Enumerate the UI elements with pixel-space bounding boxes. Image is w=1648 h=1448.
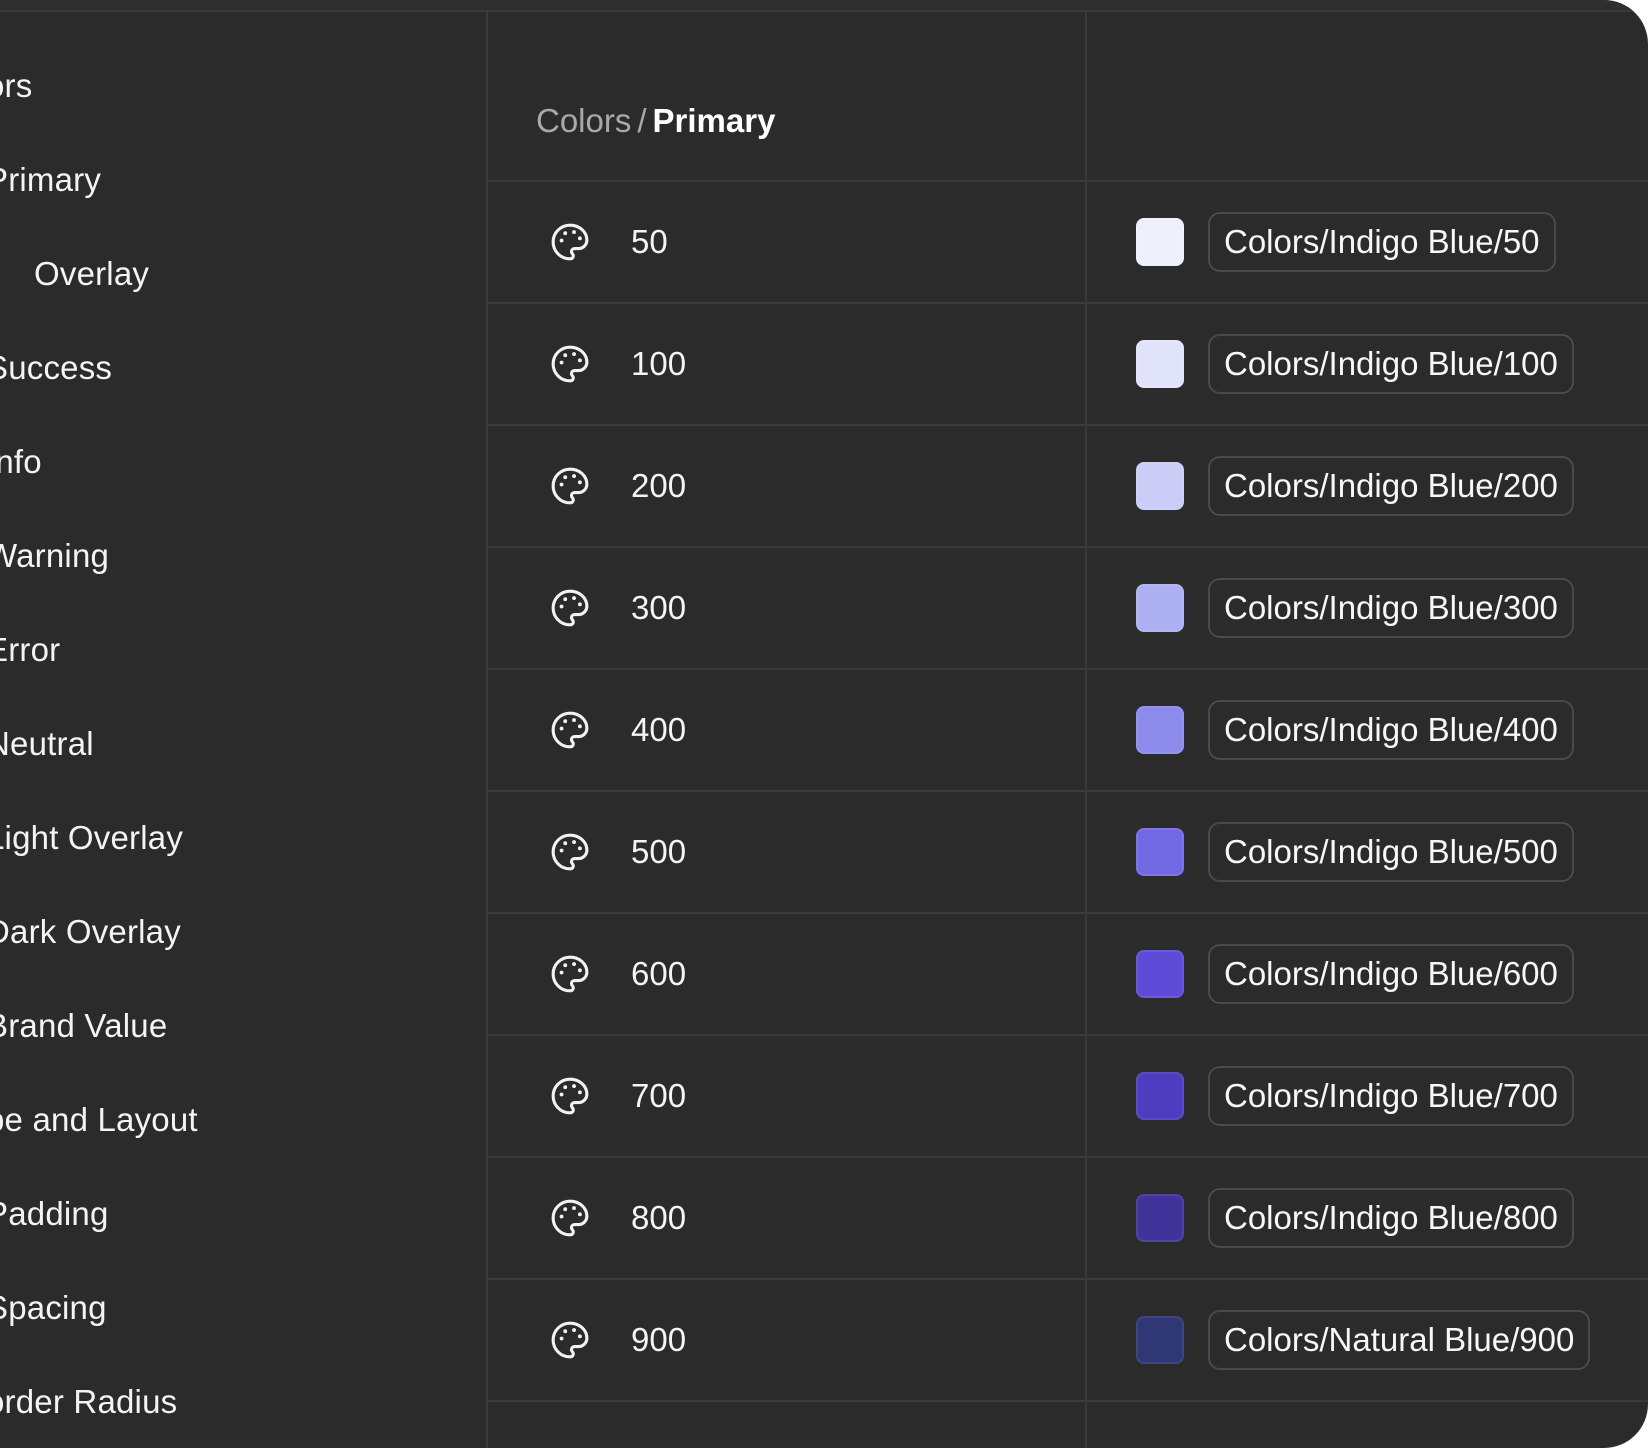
token-chip[interactable]: Colors/Indigo Blue/100	[1208, 334, 1574, 394]
table-row[interactable]: 50 Colors/Indigo Blue/50	[488, 182, 1648, 304]
sidebar-item-overlay[interactable]: Overlay	[34, 254, 149, 294]
color-swatch	[1136, 950, 1184, 998]
sidebar-item-info[interactable]: Info	[0, 442, 42, 482]
token-chip[interactable]: Colors/Indigo Blue/800	[1208, 1188, 1574, 1248]
color-swatch	[1136, 1194, 1184, 1242]
color-swatch	[1136, 584, 1184, 632]
token-chip[interactable]: Colors/Indigo Blue/600	[1208, 944, 1574, 1004]
color-swatch	[1136, 1072, 1184, 1120]
token-chip[interactable]: Colors/Indigo Blue/400	[1208, 700, 1574, 760]
token-value: 400	[631, 711, 687, 748]
token-chip[interactable]: Colors/Indigo Blue/500	[1208, 822, 1574, 882]
token-chip[interactable]: Colors/Indigo Blue/200	[1208, 456, 1574, 516]
table-row[interactable]: 400 Colors/Indigo Blue/400	[488, 670, 1648, 792]
top-strip	[0, 0, 1648, 12]
token-value: 700	[631, 1077, 687, 1114]
token-value: 50	[631, 223, 668, 260]
color-token-table: 50 Colors/Indigo Blue/50 100 Colors/Indigo …	[488, 182, 1648, 1402]
color-swatch	[1136, 828, 1184, 876]
color-swatch	[1136, 462, 1184, 510]
palette-icon	[548, 464, 592, 508]
breadcrumb-parent[interactable]: Colors	[536, 102, 631, 139]
token-value: 100	[631, 345, 687, 382]
sidebar-item-warning[interactable]: Warning	[0, 536, 109, 576]
sidebar-item-dark-overlay[interactable]: Dark Overlay	[0, 912, 181, 952]
breadcrumb-current: Primary	[652, 102, 776, 139]
sidebar-item-error[interactable]: Error	[0, 630, 60, 670]
token-value: 500	[631, 833, 687, 870]
table-row[interactable]: 800 Colors/Indigo Blue/800	[488, 1158, 1648, 1280]
color-swatch	[1136, 218, 1184, 266]
palette-icon	[548, 220, 592, 264]
sidebar-item-light-overlay[interactable]: Light Overlay	[0, 818, 183, 858]
main-panel: Colors / Primary 50 Colors/Indigo Blue/50 10…	[488, 12, 1648, 1448]
palette-icon	[548, 830, 592, 874]
sidebar-item-neutral[interactable]: Neutral	[0, 724, 94, 764]
token-chip[interactable]: Colors/Indigo Blue/300	[1208, 578, 1574, 638]
sidebar-item-success[interactable]: Success	[0, 348, 112, 388]
token-value: 900	[631, 1321, 687, 1358]
table-row[interactable]: 700 Colors/Indigo Blue/700	[488, 1036, 1648, 1158]
sidebar-item-primary[interactable]: Primary	[0, 160, 101, 200]
sidebar-item-spacing[interactable]: Spacing	[0, 1288, 107, 1328]
token-value: 300	[631, 589, 687, 626]
palette-icon	[548, 1074, 592, 1118]
token-value: 200	[631, 467, 687, 504]
palette-icon	[548, 708, 592, 752]
color-swatch	[1136, 1316, 1184, 1364]
palette-icon	[548, 586, 592, 630]
sidebar-item-brand-value[interactable]: Brand Value	[0, 1006, 167, 1046]
token-chip[interactable]: Colors/Indigo Blue/50	[1208, 212, 1556, 272]
sidebar-item-border-radius[interactable]: order Radius	[0, 1382, 177, 1422]
color-swatch	[1136, 706, 1184, 754]
token-value: 600	[631, 955, 687, 992]
table-row[interactable]: 100 Colors/Indigo Blue/100	[488, 304, 1648, 426]
sidebar-item-shape-and-layout[interactable]: pe and Layout	[0, 1100, 198, 1140]
palette-icon	[548, 1196, 592, 1240]
table-row[interactable]: 300 Colors/Indigo Blue/300	[488, 548, 1648, 670]
table-row[interactable]: 500 Colors/Indigo Blue/500	[488, 792, 1648, 914]
sidebar-item-colors[interactable]: ors	[0, 66, 32, 106]
token-value: 800	[631, 1199, 687, 1236]
breadcrumb: Colors / Primary	[536, 100, 775, 142]
token-chip[interactable]: Colors/Natural Blue/900	[1208, 1310, 1591, 1370]
app-window: ors Primary Overlay Success Info Warning…	[0, 0, 1648, 1448]
table-row[interactable]: 200 Colors/Indigo Blue/200	[488, 426, 1648, 548]
palette-icon	[548, 952, 592, 996]
palette-icon	[548, 342, 592, 386]
table-row[interactable]: 600 Colors/Indigo Blue/600	[488, 914, 1648, 1036]
palette-icon	[548, 1318, 592, 1362]
breadcrumb-separator: /	[637, 102, 647, 139]
color-swatch	[1136, 340, 1184, 388]
token-chip[interactable]: Colors/Indigo Blue/700	[1208, 1066, 1574, 1126]
sidebar-item-padding[interactable]: Padding	[0, 1194, 109, 1234]
table-row[interactable]: 900 Colors/Natural Blue/900	[488, 1280, 1648, 1402]
sidebar: ors Primary Overlay Success Info Warning…	[0, 12, 488, 1448]
